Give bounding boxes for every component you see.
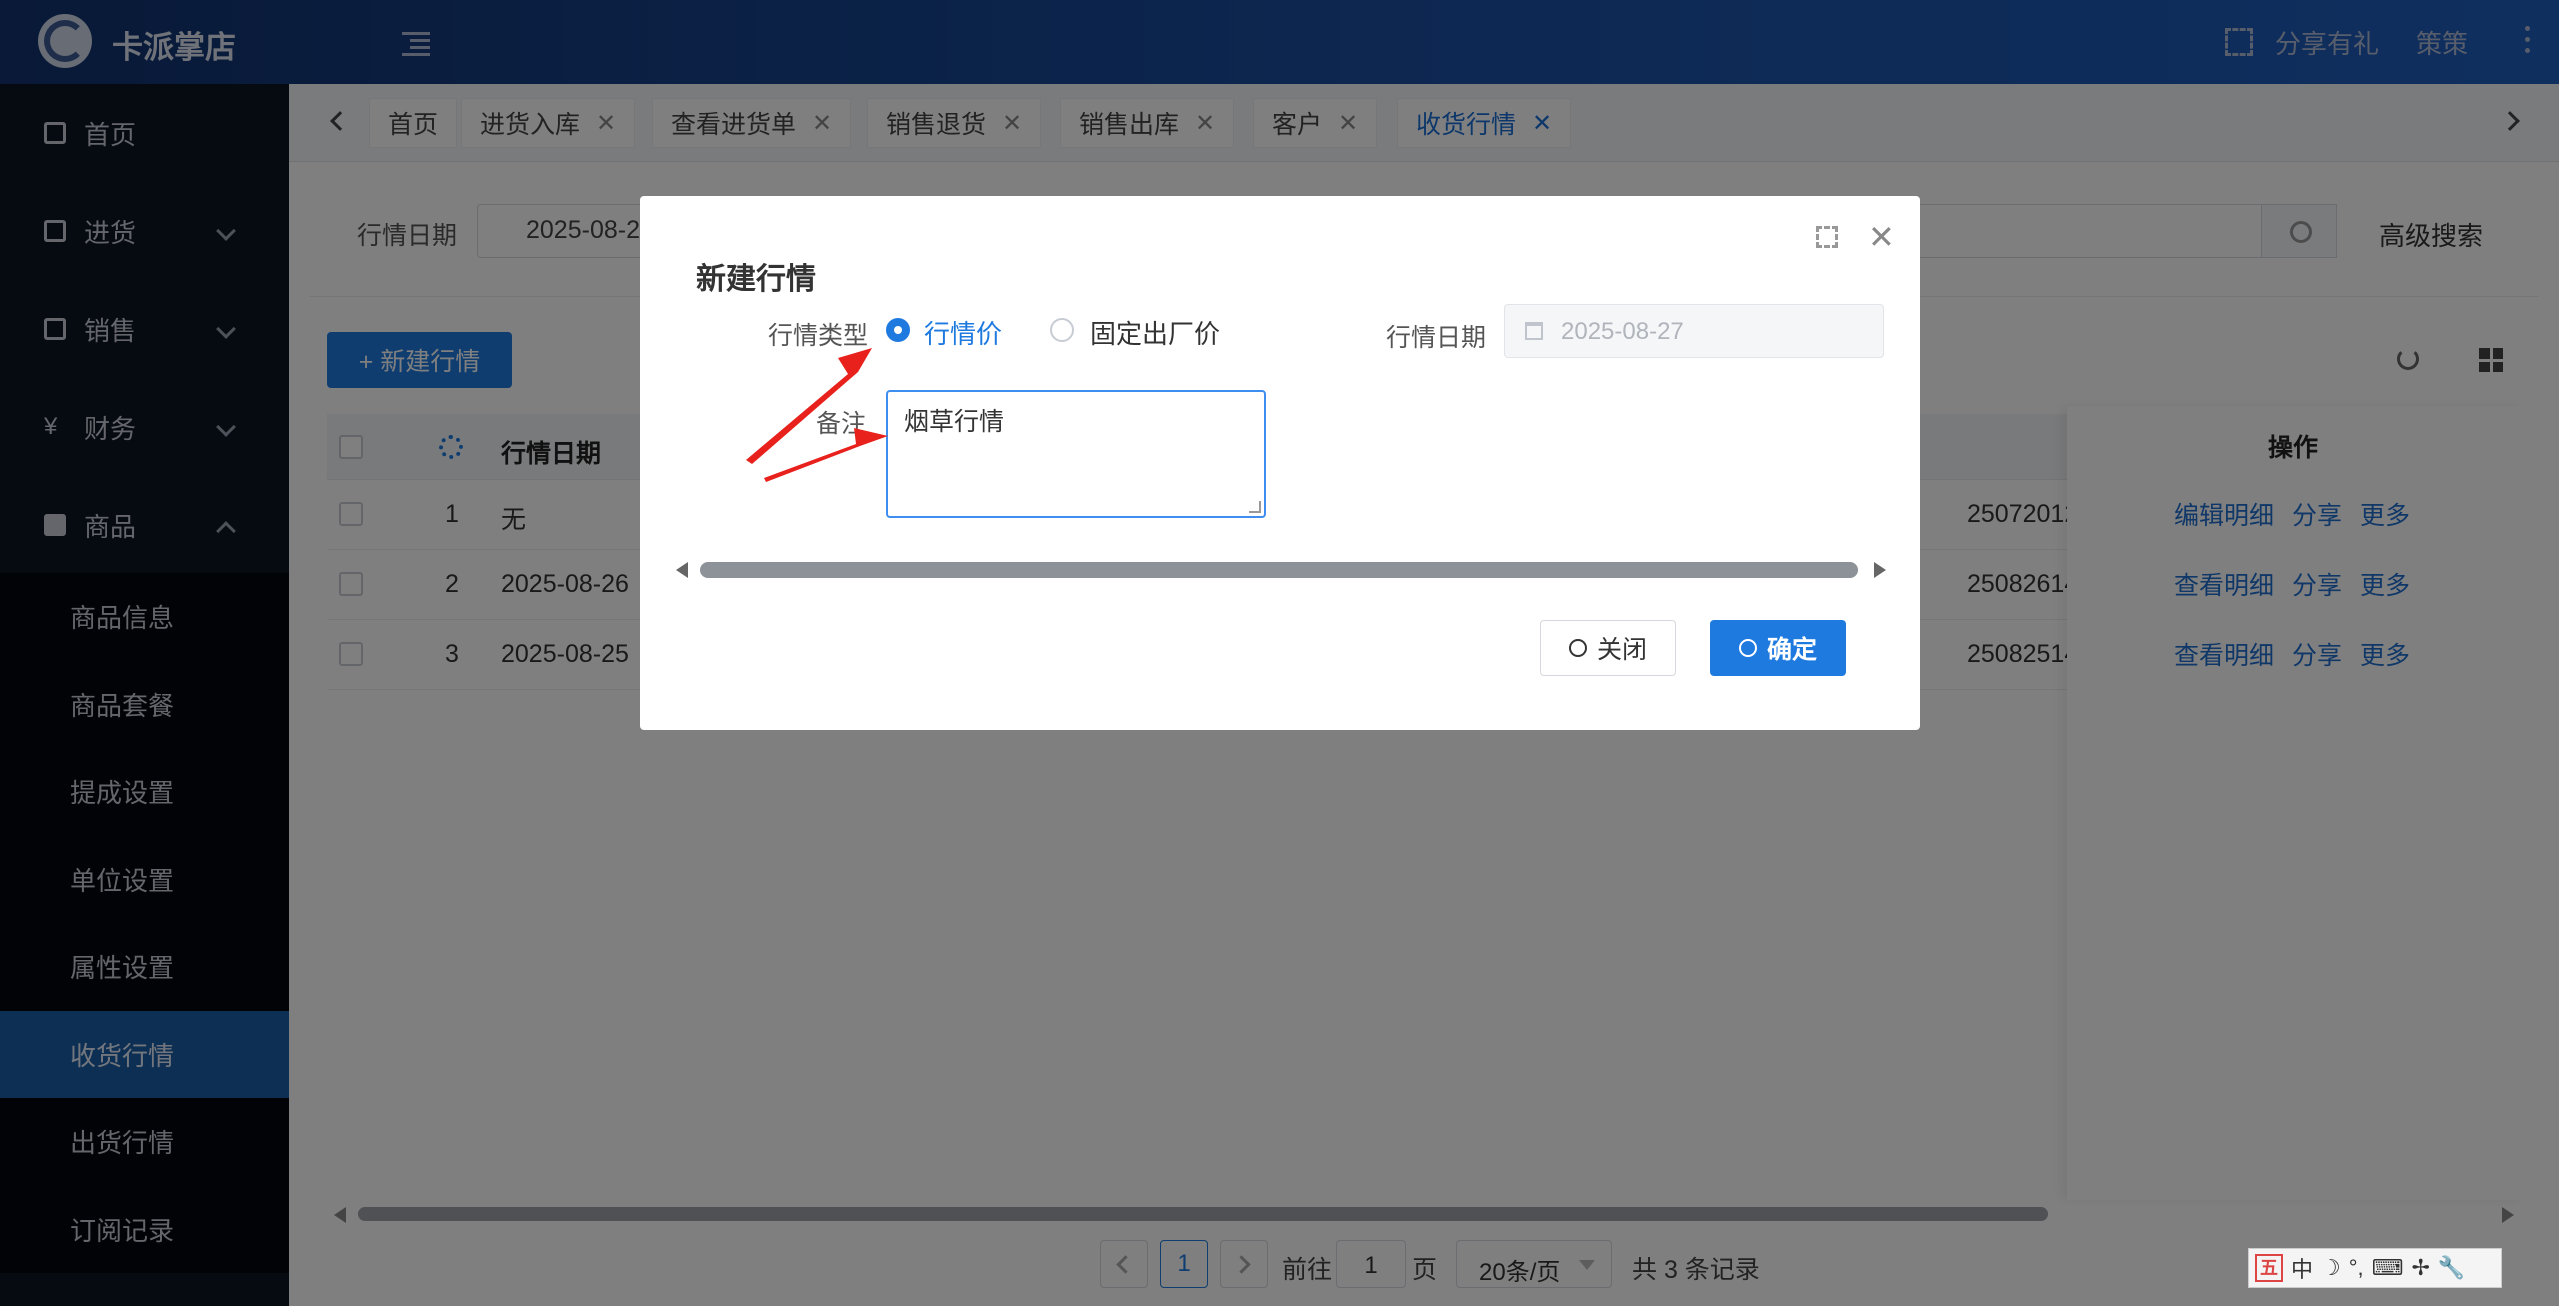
check-circle-icon: [1738, 639, 1757, 657]
remark-label: 备注: [816, 410, 867, 438]
ime-settings-icon[interactable]: 🔧: [2438, 1255, 2465, 1281]
calendar-icon: [1525, 322, 1543, 340]
radio-market-price-label[interactable]: 行情价: [924, 314, 1002, 351]
confirm-button[interactable]: 确定: [1710, 620, 1846, 676]
radio-fixed-price[interactable]: [1050, 318, 1074, 342]
quote-type-label: 行情类型: [768, 322, 869, 350]
new-quote-dialog: 新建行情 ✕ 行情类型 行情价 固定出厂价 行情日期 2025-08-27 备注…: [640, 196, 1920, 730]
confirm-button-label: 确定: [1766, 636, 1817, 664]
dialog-horizontal-scrollbar[interactable]: [700, 562, 1858, 578]
remark-value: 烟草行情: [904, 408, 1005, 436]
maximize-icon[interactable]: [1816, 226, 1838, 248]
quote-date-value: 2025-08-27: [1561, 318, 1684, 345]
ime-punctuation-icon[interactable]: °,: [2349, 1255, 2364, 1281]
ime-keyboard-icon[interactable]: ⌨: [2372, 1255, 2404, 1281]
quote-date-label: 行情日期: [1386, 324, 1487, 352]
remark-textarea[interactable]: 烟草行情: [886, 390, 1266, 518]
ime-skin-icon[interactable]: ✢: [2411, 1255, 2429, 1281]
dialog-scroll-left-arrow[interactable]: [676, 562, 688, 578]
radio-market-price[interactable]: [886, 318, 910, 342]
quote-date-input: 2025-08-27: [1504, 304, 1884, 358]
close-button-label: 关闭: [1596, 636, 1647, 664]
close-circle-icon: [1568, 639, 1587, 657]
close-icon[interactable]: ✕: [1868, 218, 1895, 256]
ime-mode-icon[interactable]: 五: [2255, 1254, 2283, 1282]
dialog-scroll-right-arrow[interactable]: [1874, 562, 1886, 578]
radio-fixed-price-label[interactable]: 固定出厂价: [1090, 314, 1220, 351]
ime-moon-icon[interactable]: ☽: [2321, 1255, 2341, 1281]
ime-toolbar[interactable]: 五 中 ☽ °, ⌨ ✢ 🔧: [2248, 1248, 2502, 1288]
ime-chinese-icon[interactable]: 中: [2291, 1252, 2313, 1284]
dialog-title: 新建行情: [696, 263, 816, 296]
close-button[interactable]: 关闭: [1540, 620, 1676, 676]
